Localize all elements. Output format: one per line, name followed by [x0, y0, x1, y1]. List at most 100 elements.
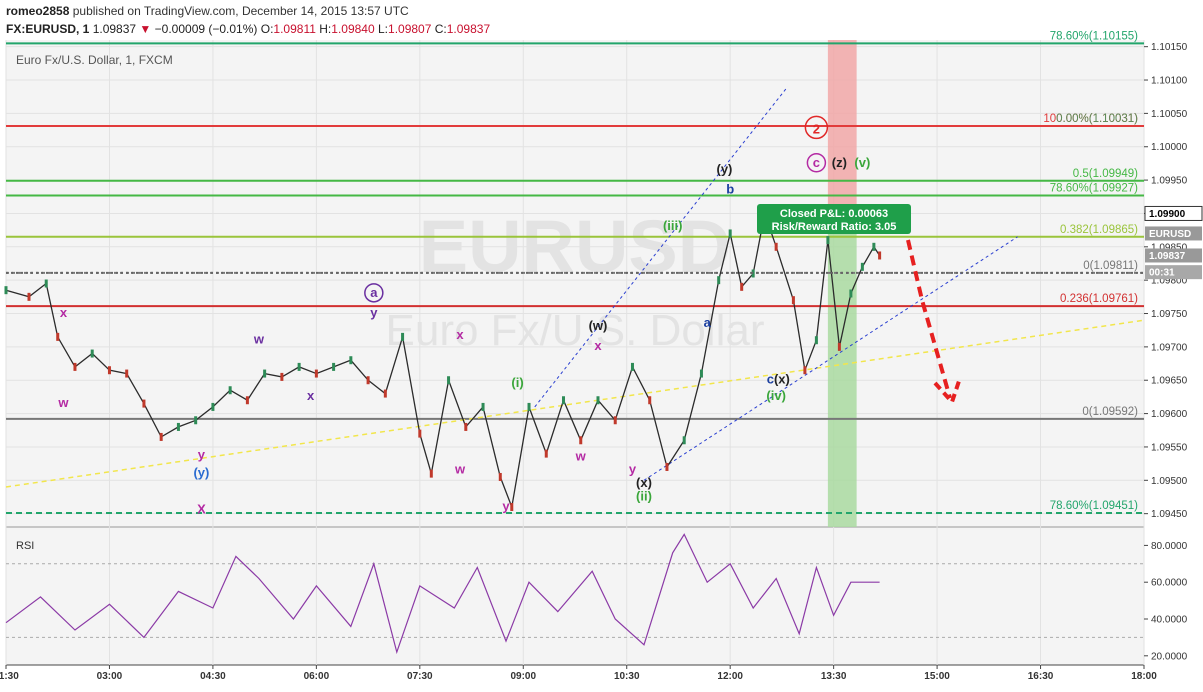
price-candle — [849, 289, 853, 298]
wave-label[interactable]: a — [370, 285, 378, 300]
price-candle — [27, 292, 31, 301]
wave-label[interactable]: x — [456, 327, 464, 342]
wave-label[interactable]: b — [726, 181, 734, 196]
wave-label[interactable]: x — [60, 305, 68, 320]
price-candle — [774, 242, 778, 251]
price-candle — [194, 416, 198, 425]
fib-level-label: 0(1.09811) — [1083, 260, 1138, 272]
wave-label[interactable]: (y) — [193, 465, 209, 480]
price-candle — [159, 432, 163, 441]
take-profit-zone[interactable] — [827, 213, 857, 527]
time-tick-label: 18:00 — [1131, 671, 1157, 682]
price-candle — [418, 429, 422, 438]
price-candle — [228, 386, 232, 395]
wave-label[interactable]: X — [197, 502, 206, 517]
price-tick-label: 1.10150 — [1151, 42, 1188, 53]
price-candle — [481, 402, 485, 411]
rsi-tick-label: 20.0000 — [1151, 651, 1188, 662]
fib-level-label: 0.236(1.09761) — [1060, 293, 1138, 305]
price-candle — [176, 422, 180, 431]
price-candle — [56, 332, 60, 341]
price-candle — [349, 356, 353, 365]
price-candle — [682, 436, 686, 445]
price-candle — [464, 422, 468, 431]
wave-label[interactable]: (iii) — [663, 218, 683, 233]
pnl-box[interactable]: Closed P&L: 0.00063 Risk/Reward Ratio: 3… — [757, 204, 911, 234]
watermark: EURUSD Euro Fx/U.S. Dollar — [386, 205, 765, 355]
wave-label[interactable]: 2 — [813, 121, 820, 136]
price-candle — [596, 396, 600, 405]
price-chart[interactable]: EURUSD Euro Fx/U.S. Dollar 78.60%(1.1015… — [0, 0, 1203, 692]
wave-label[interactable]: y — [198, 447, 206, 462]
price-candle — [699, 369, 703, 378]
price-candle — [73, 362, 77, 371]
wave-label[interactable]: (x) — [774, 372, 790, 387]
time-axis[interactable]: 01:30 03:00 04:30 06:00 07:30 09:00 10:30 12:00… — [0, 665, 1157, 682]
wave-label[interactable]: (i) — [511, 375, 523, 390]
fib-level-label: 78.60%(1.09927) — [1050, 182, 1138, 194]
price-tick-label: 1.09650 — [1151, 376, 1188, 387]
fib-level-label: 0(1.09592) — [1082, 406, 1138, 418]
wave-label[interactable]: (y) — [716, 161, 732, 176]
wave-label[interactable]: y — [502, 498, 510, 513]
wave-label[interactable]: (iv) — [766, 388, 786, 403]
wave-label[interactable]: a — [704, 315, 712, 330]
price-marker-label: 1.09900 — [1149, 209, 1186, 220]
price-tick-label: 1.09600 — [1151, 409, 1188, 420]
time-tick-label: 10:30 — [614, 671, 640, 682]
wave-label[interactable]: w — [454, 462, 466, 477]
fib-level-label: 0.00%(1.10031) — [1056, 113, 1138, 125]
fib-level-label: 78.60%(1.10155) — [1050, 30, 1138, 42]
price-candle — [498, 472, 502, 481]
wave-label[interactable]: w — [253, 332, 265, 347]
chart-title: Euro Fx/U.S. Dollar, 1, FXCM — [16, 53, 173, 67]
time-tick-label: 06:00 — [304, 671, 330, 682]
rsi-tick-label: 80.0000 — [1151, 541, 1188, 552]
price-candle — [447, 376, 451, 385]
price-candle — [383, 389, 387, 398]
price-tick-label: 1.09500 — [1151, 476, 1188, 487]
wave-label[interactable]: x — [594, 338, 602, 353]
price-tick-label: 1.09700 — [1151, 342, 1188, 353]
price-candle — [872, 242, 876, 251]
wave-label[interactable]: (w) — [589, 318, 608, 333]
wave-label[interactable]: c — [767, 372, 774, 387]
wave-label[interactable]: (z) — [832, 155, 847, 170]
price-axis[interactable]: 1.10150 1.10100 1.10050 1.10000 1.09950 1.099… — [1144, 42, 1203, 520]
price-candle — [728, 229, 732, 238]
wave-label[interactable]: (v) — [854, 155, 870, 170]
wave-label[interactable]: y — [370, 305, 378, 320]
price-candle — [826, 236, 830, 245]
price-candle — [211, 402, 215, 411]
fib-level-label: 0.382(1.09865) — [1060, 224, 1138, 236]
price-candle — [878, 251, 882, 260]
time-tick-label: 13:30 — [821, 671, 847, 682]
price-candle — [630, 362, 634, 371]
time-tick-label: 03:00 — [97, 671, 123, 682]
price-candle — [648, 396, 652, 405]
wave-label[interactable]: x — [307, 388, 315, 403]
price-candle — [125, 369, 129, 378]
wave-label[interactable]: c — [813, 155, 820, 170]
price-candle — [263, 369, 267, 378]
wave-label[interactable]: w — [57, 395, 69, 410]
price-candle — [401, 332, 405, 341]
price-candle — [837, 342, 841, 351]
price-candle — [791, 296, 795, 305]
time-tick-label: 09:00 — [510, 671, 536, 682]
price-candle — [107, 366, 111, 375]
price-tick-label: 1.09450 — [1151, 509, 1188, 520]
price-candle — [544, 449, 548, 458]
price-marker-label: 00:31 — [1149, 268, 1175, 279]
price-candle — [142, 399, 146, 408]
price-candle — [562, 396, 566, 405]
price-candle — [740, 282, 744, 291]
price-candle — [510, 502, 514, 511]
wave-label[interactable]: w — [575, 448, 587, 463]
price-candle — [314, 369, 318, 378]
time-tick-label: 12:00 — [717, 671, 743, 682]
price-tick-label: 1.09550 — [1151, 442, 1188, 453]
wave-label[interactable]: (ii) — [636, 488, 652, 503]
price-candle — [280, 372, 284, 381]
price-candle — [814, 336, 818, 345]
